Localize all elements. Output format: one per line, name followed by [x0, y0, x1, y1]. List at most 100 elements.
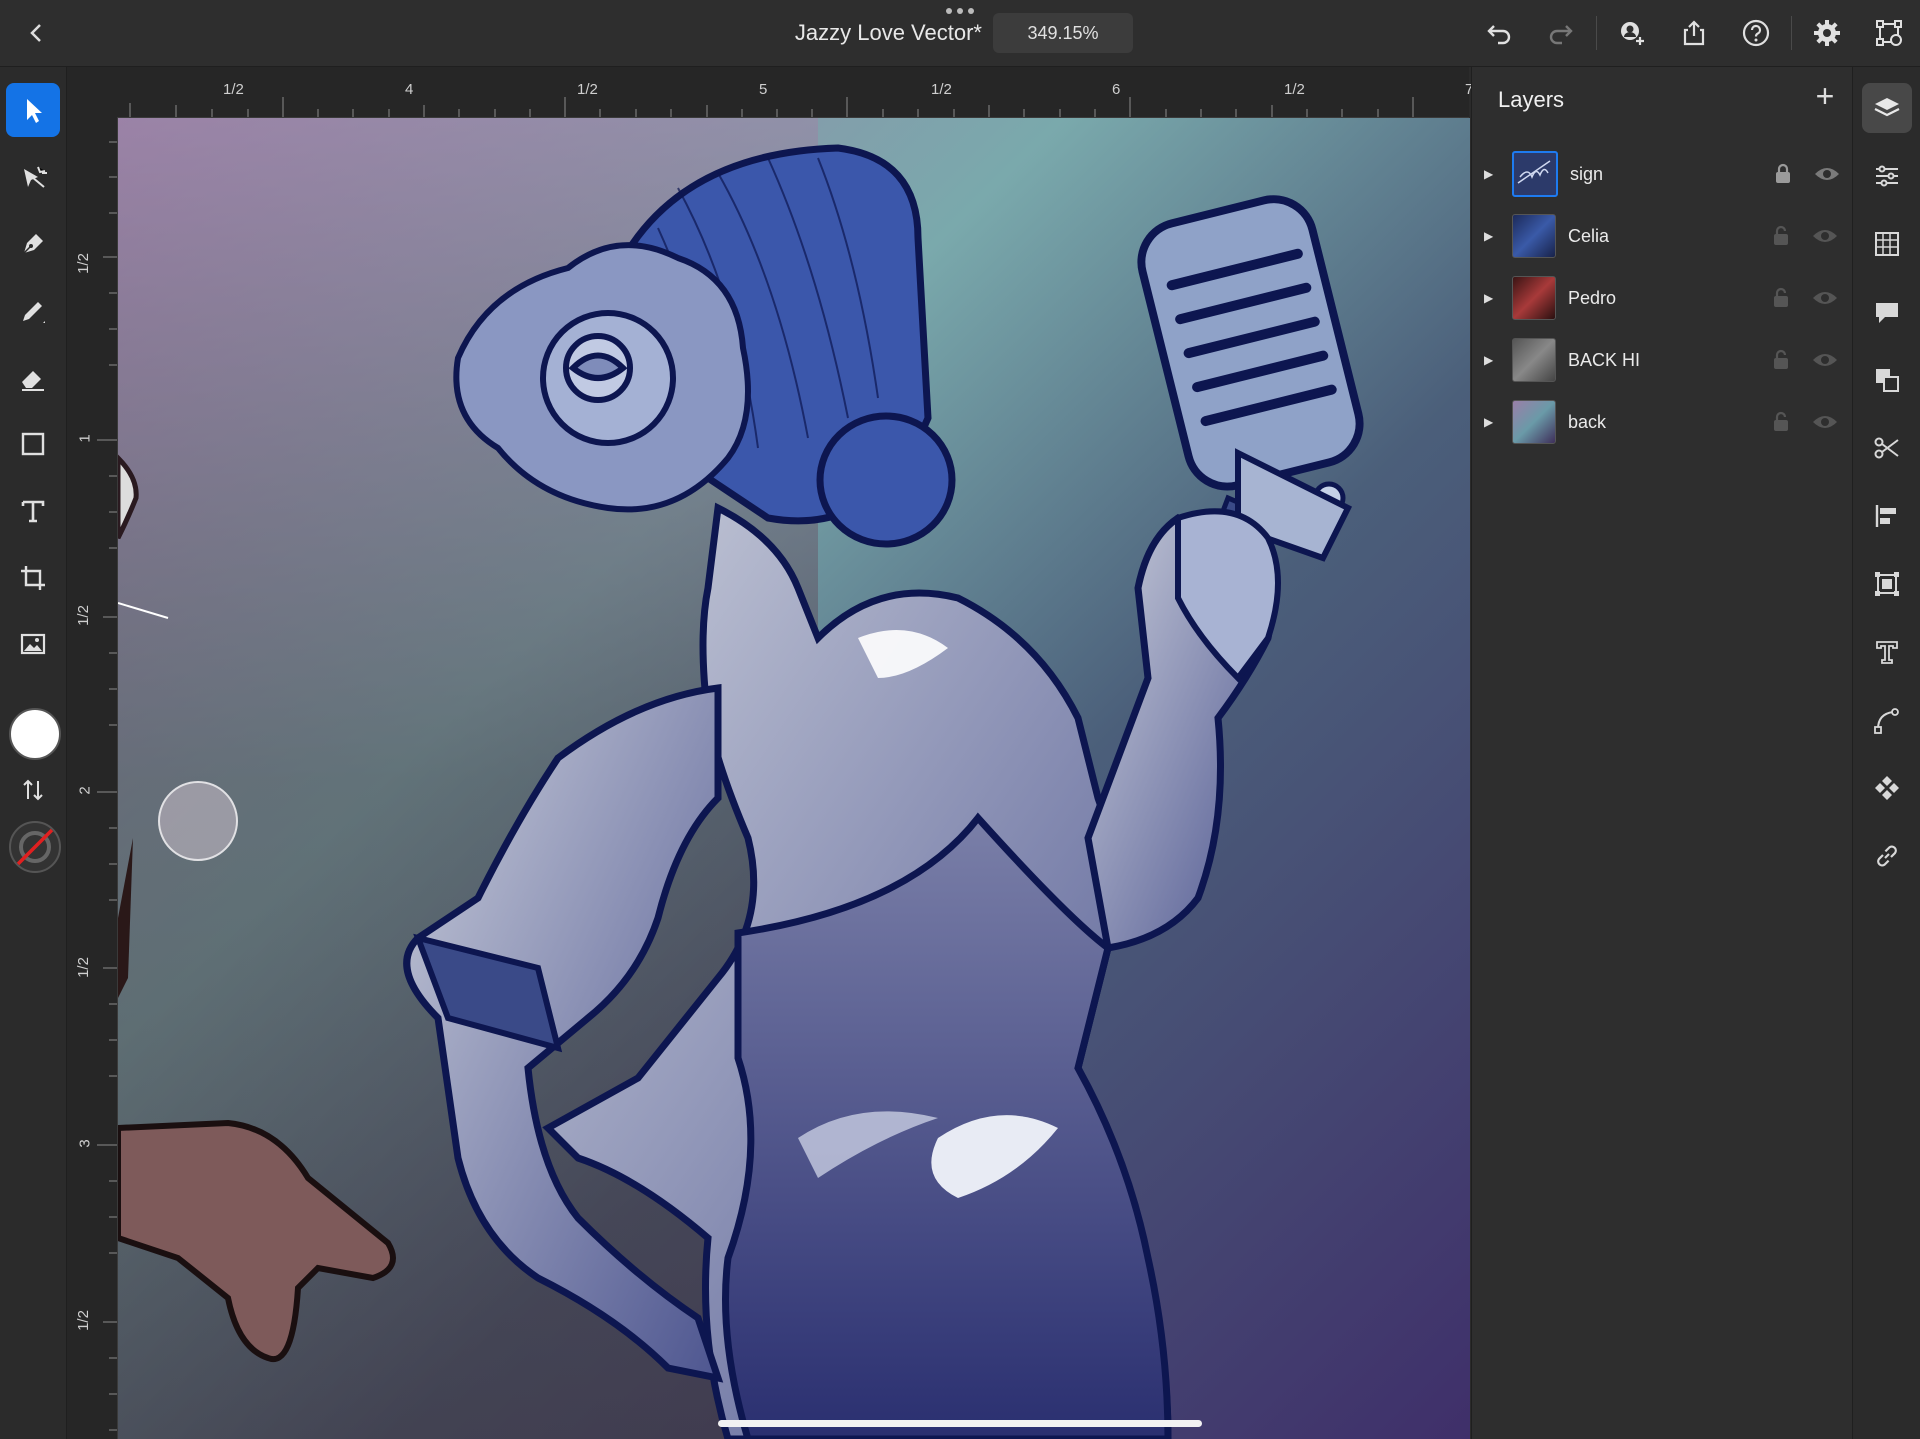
- layers-icon[interactable]: [1862, 83, 1912, 133]
- toolbar-divider: [1596, 16, 1597, 50]
- artboard-canvas[interactable]: [118, 118, 1470, 1439]
- settings-icon[interactable]: [1796, 0, 1858, 66]
- ruler-label: 1/2: [931, 81, 952, 98]
- top-bar: Jazzy Love Vector* 349.15%: [0, 0, 1920, 67]
- ruler-label: 3: [76, 1139, 94, 1148]
- vertical-ruler: 1/2 1 1/2 2 1/2 3 1/2: [67, 117, 118, 1439]
- layer-row-pedro[interactable]: ▶ Pedro: [1472, 267, 1852, 329]
- eye-icon[interactable]: [1808, 345, 1842, 375]
- ruler-label: 1/2: [74, 253, 92, 274]
- eye-icon[interactable]: [1808, 283, 1842, 313]
- redo-icon[interactable]: [1530, 0, 1592, 66]
- unlock-icon[interactable]: [1766, 283, 1796, 313]
- eye-icon[interactable]: [1810, 159, 1844, 189]
- comments-icon[interactable]: [1862, 287, 1912, 337]
- top-actions: [1468, 0, 1920, 66]
- scissors-icon[interactable]: [1862, 423, 1912, 473]
- ruler-label: 2: [76, 786, 94, 795]
- layer-thumbnail: [1512, 276, 1556, 320]
- shape-tool[interactable]: [6, 417, 60, 471]
- layers-panel: Layers + ▶ sign ▶ Celia ▶ Pedro ▶ BACK H…: [1471, 67, 1852, 1439]
- image-tool[interactable]: [6, 617, 60, 671]
- swap-arrows-icon: [23, 779, 43, 801]
- expand-caret-icon[interactable]: ▶: [1484, 353, 1498, 367]
- layer-thumbnail: [1512, 214, 1556, 258]
- unlock-icon[interactable]: [1766, 221, 1796, 251]
- pencil-icon: [23, 302, 45, 323]
- help-icon[interactable]: [1725, 0, 1787, 66]
- tool-bar: [0, 67, 67, 1439]
- zoom-level[interactable]: 349.15%: [993, 13, 1133, 53]
- home-indicator[interactable]: [718, 1420, 1202, 1427]
- ruler-label: 6: [1112, 81, 1121, 98]
- node-select-icon: [24, 166, 47, 188]
- swap-colors-button[interactable]: [6, 768, 60, 812]
- expand-caret-icon[interactable]: ▶: [1484, 229, 1498, 243]
- eye-icon[interactable]: [1808, 407, 1842, 437]
- expand-caret-icon[interactable]: ▶: [1484, 291, 1498, 305]
- ruler-ticks: [97, 141, 117, 1431]
- pen-tool[interactable]: [6, 217, 60, 271]
- properties-bar: [1852, 67, 1920, 1439]
- link-icon[interactable]: [1862, 831, 1912, 881]
- transform-tool[interactable]: [6, 551, 60, 605]
- ellipsis-icon[interactable]: [945, 8, 975, 18]
- properties-icon[interactable]: [1862, 151, 1912, 201]
- ruler-label: 1/2: [74, 957, 92, 978]
- layer-row-back-hi[interactable]: ▶ BACK HI: [1472, 329, 1852, 391]
- path-icon[interactable]: [1862, 695, 1912, 745]
- unlock-icon[interactable]: [1766, 345, 1796, 375]
- selection-tool[interactable]: [6, 83, 60, 137]
- eye-icon[interactable]: [1808, 221, 1842, 251]
- unlock-icon[interactable]: [1766, 407, 1796, 437]
- image-icon: [20, 633, 46, 655]
- artwork: [118, 118, 1470, 1439]
- undo-icon[interactable]: [1468, 0, 1530, 66]
- ruler-label: 1/2: [74, 1310, 92, 1331]
- share-icon[interactable]: [1663, 0, 1725, 66]
- view-icon[interactable]: [1858, 0, 1920, 66]
- layer-name: Pedro: [1568, 287, 1617, 308]
- type-tool[interactable]: [6, 484, 60, 538]
- layers-title: Layers: [1498, 87, 1565, 112]
- layer-thumbnail: [1512, 400, 1556, 444]
- type-outline-icon[interactable]: [1862, 627, 1912, 677]
- chevron-left-icon[interactable]: [22, 18, 52, 48]
- align-icon[interactable]: [1862, 491, 1912, 541]
- expand-caret-icon[interactable]: ▶: [1484, 167, 1498, 181]
- components-icon[interactable]: [1862, 763, 1912, 813]
- eraser-tool[interactable]: [6, 351, 60, 405]
- document-title[interactable]: Jazzy Love Vector*: [740, 20, 982, 46]
- pencil-tool[interactable]: [6, 284, 60, 338]
- repeat-grid-icon[interactable]: [1862, 559, 1912, 609]
- lock-icon[interactable]: [1768, 159, 1798, 189]
- layer-thumbnail: [1512, 151, 1558, 197]
- pen-icon: [23, 234, 43, 254]
- signature-thumbnail: [1517, 160, 1551, 184]
- layer-name: Celia: [1568, 225, 1610, 246]
- ruler-label: 1: [76, 434, 94, 443]
- plus-icon[interactable]: +: [1808, 79, 1842, 113]
- ruler-label: 5: [759, 81, 768, 98]
- ruler-ticks: [129, 97, 1414, 117]
- layer-thumbnail: [1512, 338, 1556, 382]
- fill-color-swatch[interactable]: [9, 708, 61, 760]
- layer-row-sign[interactable]: ▶ sign: [1472, 143, 1852, 205]
- expand-caret-icon[interactable]: ▶: [1484, 415, 1498, 429]
- direct-selection-tool[interactable]: [6, 151, 60, 205]
- crop-transform-icon: [21, 566, 45, 590]
- grid-icon[interactable]: [1862, 219, 1912, 269]
- layer-name: BACK HI: [1568, 349, 1641, 370]
- layer-row-back[interactable]: ▶ back: [1472, 391, 1852, 453]
- invite-icon[interactable]: [1601, 0, 1663, 66]
- pathfinder-icon[interactable]: [1862, 355, 1912, 405]
- arrow-icon: [27, 99, 42, 123]
- touch-shortcut-button[interactable]: [158, 781, 238, 861]
- type-icon: [21, 500, 45, 523]
- layer-row-celia[interactable]: ▶ Celia: [1472, 205, 1852, 267]
- ruler-label: 4: [405, 81, 414, 98]
- eraser-icon: [22, 371, 44, 391]
- horizontal-ruler: 1/2 4 1/2 5 1/2 6 1/2 7: [67, 67, 1473, 118]
- ruler-label: 1/2: [223, 81, 244, 98]
- stroke-color-swatch[interactable]: [9, 821, 61, 873]
